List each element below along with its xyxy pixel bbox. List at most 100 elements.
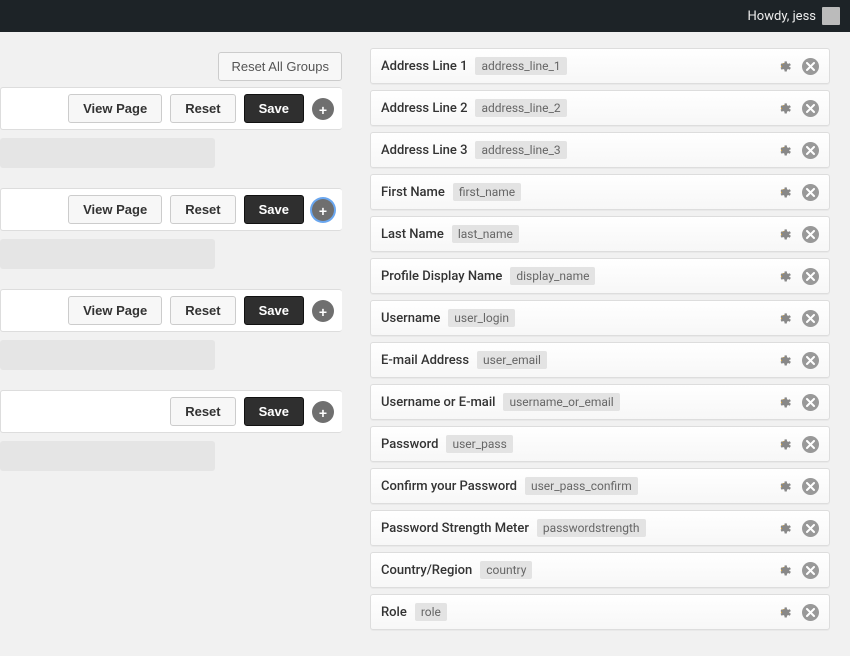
- content-placeholder: [0, 239, 215, 269]
- field-slug: user_pass_confirm: [525, 477, 638, 495]
- content-placeholder: [0, 441, 215, 471]
- field-row[interactable]: Username or E-mail username_or_email: [370, 384, 830, 420]
- save-button[interactable]: Save: [244, 397, 304, 426]
- reset-button[interactable]: Reset: [170, 397, 235, 426]
- field-row[interactable]: Address Line 2 address_line_2: [370, 90, 830, 126]
- field-slug: passwordstrength: [537, 519, 646, 537]
- close-icon[interactable]: [802, 562, 819, 579]
- add-button[interactable]: +: [312, 199, 334, 221]
- close-icon[interactable]: [802, 58, 819, 75]
- gear-icon[interactable]: [776, 100, 792, 116]
- field-slug: country: [480, 561, 532, 579]
- gear-icon[interactable]: [776, 352, 792, 368]
- save-button[interactable]: Save: [244, 195, 304, 224]
- close-icon[interactable]: [802, 310, 819, 327]
- gear-icon[interactable]: [776, 394, 792, 410]
- group-3: Reset Save +: [0, 390, 342, 471]
- howdy-link[interactable]: Howdy, jess: [748, 9, 816, 24]
- reset-all-groups-button[interactable]: Reset All Groups: [218, 52, 342, 81]
- gear-icon[interactable]: [776, 478, 792, 494]
- close-icon[interactable]: [802, 520, 819, 537]
- field-label: Last Name: [381, 227, 444, 242]
- group-toolbar: Reset Save +: [0, 390, 342, 433]
- view-page-button[interactable]: View Page: [68, 296, 162, 325]
- field-slug: first_name: [453, 183, 521, 201]
- fields-panel: Address Line 1address_line_1 Address Line…: [350, 32, 850, 656]
- gear-icon[interactable]: [776, 310, 792, 326]
- reset-button[interactable]: Reset: [170, 296, 235, 325]
- field-slug: address_line_1: [475, 57, 566, 75]
- field-row[interactable]: Profile Display Name display_name: [370, 258, 830, 294]
- field-label: Password Strength Meter: [381, 521, 529, 536]
- field-slug: user_email: [477, 351, 547, 369]
- close-icon[interactable]: [802, 268, 819, 285]
- field-slug: display_name: [510, 267, 595, 285]
- gear-icon[interactable]: [776, 436, 792, 452]
- save-button[interactable]: Save: [244, 94, 304, 123]
- field-row[interactable]: E-mail Address user_email: [370, 342, 830, 378]
- save-button[interactable]: Save: [244, 296, 304, 325]
- field-row[interactable]: Role role: [370, 594, 830, 630]
- field-slug: last_name: [452, 225, 519, 243]
- gear-icon[interactable]: [776, 604, 792, 620]
- admin-topbar: Howdy, jess: [0, 0, 850, 32]
- field-slug: user_login: [448, 309, 515, 327]
- content-placeholder: [0, 138, 215, 168]
- gear-icon[interactable]: [776, 58, 792, 74]
- close-icon[interactable]: [802, 436, 819, 453]
- gear-icon[interactable]: [776, 520, 792, 536]
- group-toolbar: View Page Reset Save +: [0, 188, 342, 231]
- group-1: View Page Reset Save +: [0, 188, 342, 269]
- reset-button[interactable]: Reset: [170, 94, 235, 123]
- field-row[interactable]: Confirm your Password user_pass_confirm: [370, 468, 830, 504]
- group-toolbar: View Page Reset Save +: [0, 289, 342, 332]
- field-slug: address_line_2: [475, 99, 566, 117]
- gear-icon[interactable]: [776, 226, 792, 242]
- close-icon[interactable]: [802, 352, 819, 369]
- page: Reset All Groups View PageResetSave+View…: [0, 32, 850, 656]
- field-row[interactable]: Address Line 3address_line_3: [370, 132, 830, 168]
- left-panel: Reset All Groups View PageResetSave+View…: [0, 32, 350, 656]
- close-icon[interactable]: [802, 142, 819, 159]
- add-button[interactable]: +: [312, 98, 334, 120]
- close-icon[interactable]: [802, 184, 819, 201]
- field-row[interactable]: Password user_pass: [370, 426, 830, 462]
- gear-icon[interactable]: [776, 562, 792, 578]
- field-row[interactable]: Last Name last_name: [370, 216, 830, 252]
- field-slug: role: [415, 603, 447, 621]
- close-icon[interactable]: [802, 394, 819, 411]
- field-row[interactable]: Username user_login: [370, 300, 830, 336]
- field-label: Password: [381, 437, 438, 452]
- field-slug: username_or_email: [503, 393, 619, 411]
- field-row[interactable]: Password Strength Meter passwordstrength: [370, 510, 830, 546]
- field-label: Address Line 2: [381, 101, 467, 116]
- close-icon[interactable]: [802, 604, 819, 621]
- field-label: Confirm your Password: [381, 479, 517, 494]
- add-button[interactable]: +: [312, 401, 334, 423]
- group-0: View Page Reset Save +: [0, 87, 342, 168]
- group-2: View Page Reset Save +: [0, 289, 342, 370]
- field-slug: address_line_3: [475, 141, 566, 159]
- add-button[interactable]: +: [312, 300, 334, 322]
- close-icon[interactable]: [802, 226, 819, 243]
- gear-icon[interactable]: [776, 142, 792, 158]
- field-row[interactable]: Address Line 1address_line_1: [370, 48, 830, 84]
- gear-icon[interactable]: [776, 268, 792, 284]
- field-label: Role: [381, 605, 407, 620]
- field-label: Username or E-mail: [381, 395, 495, 410]
- content-placeholder: [0, 340, 215, 370]
- field-label: E-mail Address: [381, 353, 469, 368]
- field-label: Username: [381, 311, 440, 326]
- field-label: First Name: [381, 185, 445, 200]
- view-page-button[interactable]: View Page: [68, 195, 162, 224]
- field-row[interactable]: First Name first_name: [370, 174, 830, 210]
- close-icon[interactable]: [802, 100, 819, 117]
- field-slug: user_pass: [446, 435, 512, 453]
- close-icon[interactable]: [802, 478, 819, 495]
- view-page-button[interactable]: View Page: [68, 94, 162, 123]
- field-label: Profile Display Name: [381, 269, 502, 284]
- field-row[interactable]: Country/Regioncountry: [370, 552, 830, 588]
- gear-icon[interactable]: [776, 184, 792, 200]
- reset-button[interactable]: Reset: [170, 195, 235, 224]
- avatar[interactable]: [822, 7, 840, 25]
